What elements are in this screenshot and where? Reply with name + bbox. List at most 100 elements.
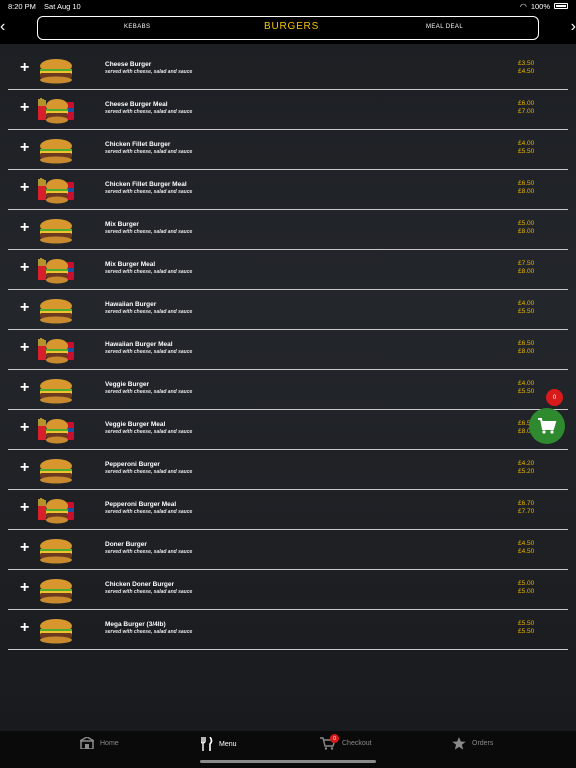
menu-item[interactable]: + Hawaiian Burger served with cheese, sala…	[8, 290, 568, 330]
price-meal: £5.20	[518, 468, 535, 475]
add-icon[interactable]: +	[20, 100, 29, 116]
cart-icon	[538, 418, 557, 434]
item-name: Chicken Fillet Burger Meal	[105, 181, 187, 188]
burger-meal-image	[36, 174, 76, 206]
add-icon[interactable]: +	[20, 500, 29, 516]
menu-item[interactable]: + Veggie Burger Meal served with cheese, s…	[8, 410, 568, 450]
tab-orders[interactable]: Orders	[452, 737, 493, 750]
menu-item[interactable]: + Mix Burger served with cheese, salad and…	[8, 210, 568, 250]
menu-item[interactable]: + Chicken Fillet Burger Meal served with c…	[8, 170, 568, 210]
item-prices: £4.50 £4.50	[518, 540, 534, 556]
menu-item[interactable]: + Veggie Burger served with cheese, salad …	[8, 370, 568, 410]
item-prices: £5.00 £8.00	[518, 220, 534, 236]
battery-icon	[554, 3, 568, 9]
price-meal: £5.50	[518, 308, 535, 315]
item-prices: £7.50 £8.00	[518, 260, 534, 276]
category-nav: ‹ KEBABS BURGERS MEAL DEAL ›	[0, 12, 576, 44]
add-icon[interactable]: +	[20, 60, 29, 76]
tab-menu[interactable]: Menu	[201, 737, 237, 751]
price-meal: £4.50	[518, 68, 535, 75]
item-description: served with cheese, salad and sauce	[105, 269, 193, 275]
price-single: £5.00	[518, 580, 535, 587]
burger-image	[36, 374, 76, 406]
item-prices: £5.50 £5.50	[518, 620, 534, 636]
item-description: served with cheese, salad and sauce	[105, 549, 193, 555]
burger-meal-image	[36, 94, 76, 126]
item-description: served with cheese, salad and sauce	[105, 69, 193, 75]
burger-image	[36, 614, 76, 646]
menu-item[interactable]: + Chicken Doner Burger served with cheese,…	[8, 570, 568, 610]
price-meal: £5.00	[518, 588, 535, 595]
item-description: served with cheese, salad and sauce	[105, 469, 193, 475]
price-meal: £5.50	[518, 148, 535, 155]
item-prices: £5.00 £5.00	[518, 580, 534, 596]
battery-percent: 100%	[530, 1, 550, 11]
tab-home[interactable]: Home	[80, 737, 119, 749]
burger-image	[36, 454, 76, 486]
menu-item[interactable]: + Cheese Burger served with cheese, salad …	[8, 50, 568, 90]
price-single: £6.50	[518, 340, 535, 347]
checkout-badge: 0	[330, 734, 339, 743]
add-icon[interactable]: +	[20, 300, 29, 316]
price-meal: £7.70	[518, 508, 535, 515]
burger-image	[36, 294, 76, 326]
status-date: Sat Aug 10	[44, 1, 81, 11]
item-name: Doner Burger	[105, 541, 147, 548]
tab-checkout[interactable]: 0 Checkout	[320, 734, 372, 750]
item-prices: £3.50 £4.50	[518, 60, 534, 76]
item-name: Cheese Burger Meal	[105, 101, 168, 108]
tab-kebabs[interactable]: KEBABS	[124, 24, 150, 30]
menu-item[interactable]: + Cheese Burger Meal served with cheese, s…	[8, 90, 568, 130]
tab-meal-deal[interactable]: MEAL DEAL	[426, 24, 463, 30]
item-name: Mega Burger (3/4lb)	[105, 621, 166, 628]
cart-button[interactable]	[529, 408, 565, 444]
add-icon[interactable]: +	[20, 340, 29, 356]
item-description: served with cheese, salad and sauce	[105, 429, 193, 435]
menu-item[interactable]: + Pepperoni Burger served with cheese, sal…	[8, 450, 568, 490]
burger-meal-image	[36, 494, 76, 526]
price-meal: £8.00	[518, 228, 535, 235]
item-name: Veggie Burger	[105, 381, 150, 388]
add-icon[interactable]: +	[20, 380, 29, 396]
add-icon[interactable]: +	[20, 620, 29, 636]
chevron-left-icon[interactable]: ‹	[0, 17, 5, 37]
burger-image	[36, 574, 76, 606]
item-name: Hawaiian Burger Meal	[105, 341, 173, 348]
add-icon[interactable]: +	[20, 220, 29, 236]
burger-image	[36, 54, 76, 86]
add-icon[interactable]: +	[20, 180, 29, 196]
home-icon	[80, 737, 94, 749]
add-icon[interactable]: +	[20, 460, 29, 476]
add-icon[interactable]: +	[20, 580, 29, 596]
tab-orders-label: Orders	[472, 740, 494, 747]
price-meal: £5.50	[518, 388, 535, 395]
chevron-right-icon[interactable]: ›	[571, 17, 576, 37]
price-meal: £8.00	[518, 348, 535, 355]
cart-count-badge: 0	[546, 389, 563, 406]
item-description: served with cheese, salad and sauce	[105, 629, 193, 635]
menu-item[interactable]: + Pepperoni Burger Meal served with cheese…	[8, 490, 568, 530]
item-description: served with cheese, salad and sauce	[105, 349, 193, 355]
item-prices: £6.50 £8.00	[518, 340, 534, 356]
item-name: Mix Burger Meal	[105, 261, 156, 268]
menu-item[interactable]: + Mix Burger Meal served with cheese, sala…	[8, 250, 568, 290]
menu-item[interactable]: + Chicken Fillet Burger served with cheese…	[8, 130, 568, 170]
item-name: Chicken Fillet Burger	[105, 141, 171, 148]
menu-item[interactable]: + Doner Burger served with cheese, salad a…	[8, 530, 568, 570]
price-single: £5.00	[518, 220, 535, 227]
price-single: £4.00	[518, 300, 535, 307]
menu-item[interactable]: + Mega Burger (3/4lb) served with cheese, …	[8, 610, 568, 650]
price-meal: £8.00	[518, 268, 535, 275]
item-prices: £4.00 £5.50	[518, 300, 534, 316]
home-indicator	[200, 760, 376, 763]
item-prices: £6.00 £7.00	[518, 100, 534, 116]
item-name: Pepperoni Burger	[105, 461, 160, 468]
tab-burgers[interactable]: BURGERS	[264, 21, 319, 32]
menu-item[interactable]: + Hawaiian Burger Meal served with cheese,…	[8, 330, 568, 370]
add-icon[interactable]: +	[20, 260, 29, 276]
fork-knife-icon	[201, 737, 213, 751]
add-icon[interactable]: +	[20, 420, 29, 436]
add-icon[interactable]: +	[20, 540, 29, 556]
add-icon[interactable]: +	[20, 140, 29, 156]
tab-menu-label: Menu	[219, 740, 237, 748]
